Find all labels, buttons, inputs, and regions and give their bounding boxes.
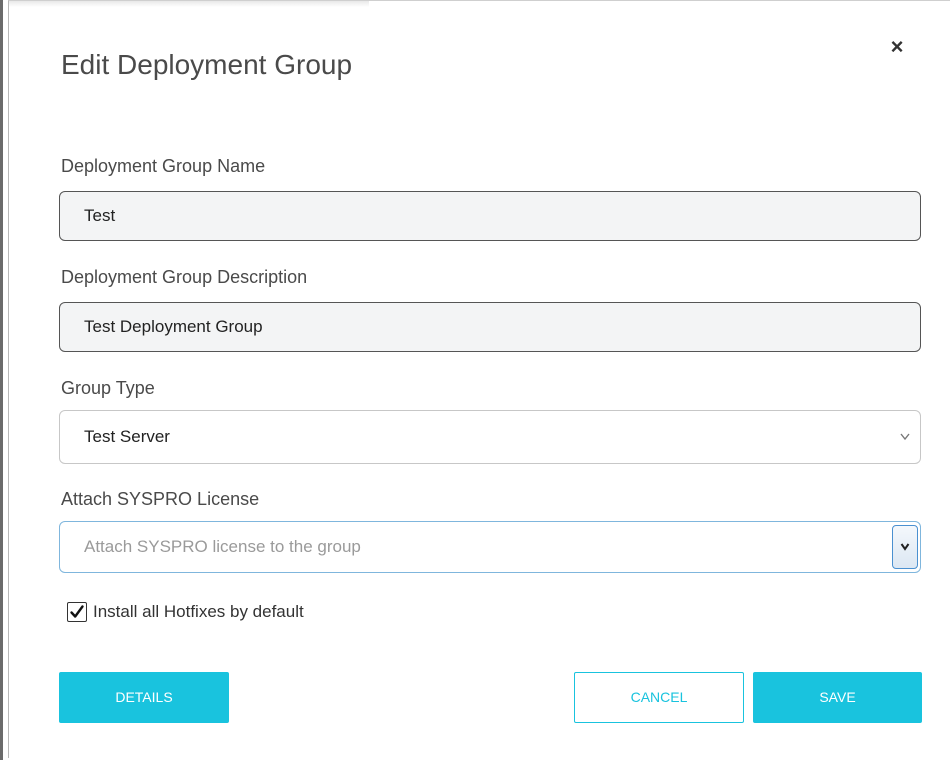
deployment-group-name-label: Deployment Group Name <box>61 156 266 176</box>
license-dropdown-button[interactable] <box>892 525 918 569</box>
install-hotfixes-label: Install all Hotfixes by default <box>93 602 304 621</box>
attach-license-placeholder: Attach SYSPRO license to the group <box>84 537 361 556</box>
deployment-group-name-input[interactable] <box>59 191 921 241</box>
chevron-down-icon <box>900 411 910 485</box>
attach-license-input[interactable]: Attach SYSPRO license to the group <box>59 521 921 573</box>
cancel-button[interactable]: CANCEL <box>574 672 744 723</box>
close-icon[interactable]: × <box>885 35 909 59</box>
checkmark-icon <box>70 605 84 618</box>
deployment-group-description-label: Deployment Group Description <box>61 267 308 287</box>
install-hotfixes-option[interactable]: Install all Hotfixes by default <box>67 600 304 624</box>
group-type-select[interactable]: Test Server <box>59 410 921 464</box>
deployment-group-description-input[interactable] <box>59 302 921 352</box>
dialog-top-shadow <box>9 1 369 7</box>
details-button[interactable]: DETAILS <box>59 672 229 723</box>
group-type-label: Group Type <box>61 378 155 398</box>
edit-deployment-group-dialog: Edit Deployment Group × Deployment Group… <box>8 0 950 758</box>
chevron-down-icon <box>900 543 910 551</box>
save-button[interactable]: SAVE <box>753 672 922 723</box>
attach-license-label: Attach SYSPRO License <box>61 489 260 509</box>
dialog-title: Edit Deployment Group <box>61 49 353 80</box>
backdrop-edge <box>0 0 3 760</box>
group-type-selected-value: Test Server <box>84 427 170 446</box>
install-hotfixes-checkbox[interactable] <box>67 602 87 622</box>
